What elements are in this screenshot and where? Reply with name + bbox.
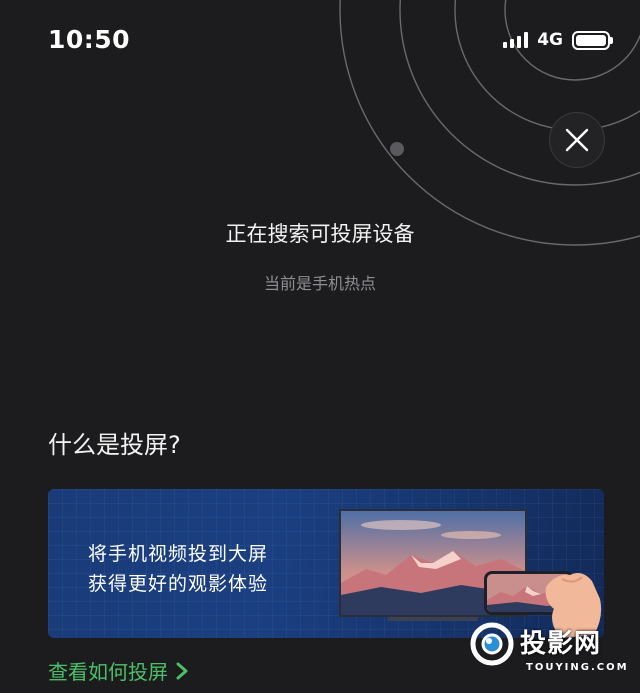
- network-subtitle: 当前是手机热点: [263, 274, 376, 293]
- cast-search-screen: 10:50 4G 正在搜索可投屏设备 当前是手机热点 什么是投屏? 将手机视频投…: [0, 0, 640, 693]
- banner-text-line1: 将手机视频投到大屏: [88, 543, 269, 565]
- status-indicators: 4G: [503, 30, 613, 50]
- watermark: 投影网 TOUYING.COM: [470, 620, 630, 690]
- chevron-right-icon: [176, 662, 188, 679]
- tv-stand: [388, 617, 478, 621]
- banner-text-line2: 获得更好的观影体验: [88, 573, 269, 595]
- casting-intro-banner[interactable]: 将手机视频投到大屏 获得更好的观影体验: [48, 489, 604, 638]
- how-to-cast-link[interactable]: 查看如何投屏: [48, 656, 188, 685]
- watermark-logo-icon: [470, 622, 514, 666]
- status-time: 10:50: [48, 25, 131, 54]
- what-is-casting-heading: 什么是投屏?: [48, 431, 181, 459]
- battery-icon: [572, 30, 613, 50]
- how-to-cast-label: 查看如何投屏: [48, 660, 168, 684]
- close-button[interactable]: [549, 112, 605, 168]
- watermark-domain: TOUYING.COM: [526, 662, 629, 673]
- signal-icon: [503, 32, 529, 48]
- radar-dot: [390, 142, 404, 156]
- watermark-name: 投影网: [520, 629, 602, 659]
- close-icon: [565, 128, 589, 152]
- network-type: 4G: [537, 30, 563, 50]
- searching-title: 正在搜索可投屏设备: [225, 222, 415, 246]
